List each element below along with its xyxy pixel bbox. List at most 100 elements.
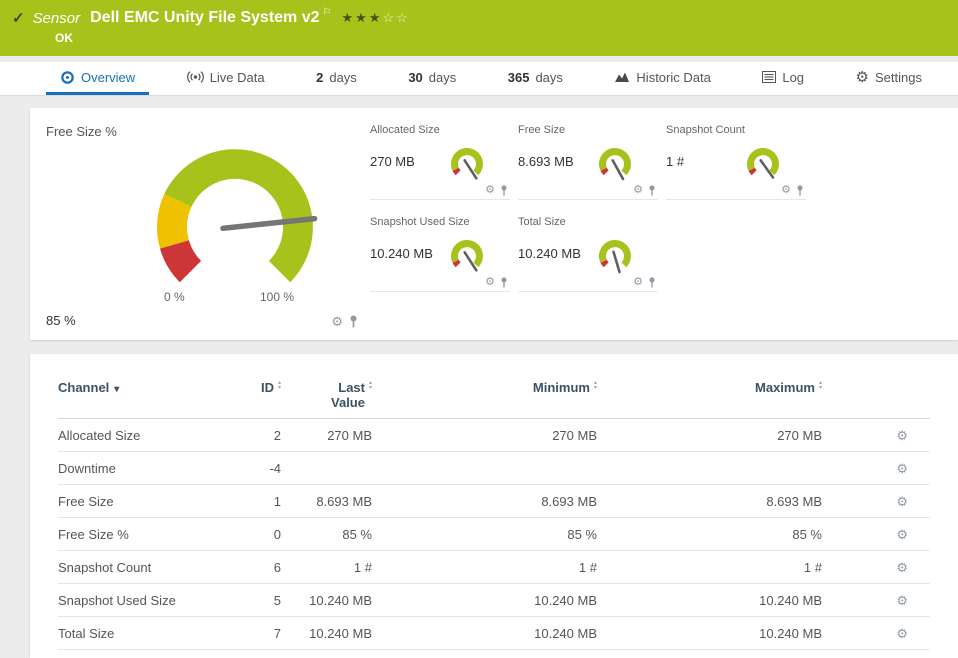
column-header-last-value[interactable]: Last Value [281, 380, 372, 410]
star-icon[interactable] [382, 10, 396, 25]
cell-id: 0 [228, 527, 281, 542]
star-icon[interactable] [369, 10, 383, 25]
pin-icon[interactable] [349, 315, 358, 328]
gear-icon[interactable] [633, 185, 643, 196]
overview-gauges-card: Free Size % 0 % 100 % 85 % Allocated Siz… [30, 108, 958, 340]
tab-number: 365 [508, 70, 530, 85]
pin-icon[interactable] [796, 185, 804, 196]
pin-icon[interactable] [500, 277, 508, 288]
pin-icon[interactable] [648, 277, 656, 288]
tab-2-days[interactable]: 2 days [302, 62, 371, 95]
cell-maximum: 10.240 MB [597, 593, 822, 608]
mini-gauge [592, 138, 638, 184]
tab-label: Overview [81, 70, 135, 85]
cell-id: 1 [228, 494, 281, 509]
tab-log[interactable]: Log [748, 62, 818, 95]
tile-total-size: Total Size 10.240 MB [518, 210, 658, 292]
cell-maximum: 1 # [597, 560, 822, 575]
gear-icon[interactable] [781, 185, 791, 196]
star-icon[interactable] [396, 10, 410, 25]
channel-settings-gear-icon[interactable] [896, 461, 908, 476]
channel-settings-gear-icon[interactable] [896, 593, 908, 608]
table-header-row: Channel ID Last Value Minimum Maximum [58, 378, 930, 419]
gear-icon[interactable] [331, 315, 343, 328]
pin-icon[interactable] [648, 185, 656, 196]
cell-minimum: 1 # [372, 560, 597, 575]
tab-label: days [535, 70, 562, 85]
row-free-size[interactable]: Free Size 1 8.693 MB 8.693 MB 8.693 MB [58, 485, 930, 518]
cell-id: 6 [228, 560, 281, 575]
cell-last-value: 85 % [281, 527, 372, 542]
tab-historic-data[interactable]: Historic Data [600, 62, 724, 95]
gauge-icon [60, 70, 75, 85]
channel-settings-gear-icon[interactable] [896, 428, 908, 443]
gear-icon[interactable] [633, 277, 643, 288]
channel-settings-gear-icon[interactable] [896, 560, 908, 575]
cell-channel: Free Size [58, 494, 228, 509]
column-header-channel[interactable]: Channel [58, 380, 228, 395]
tab-365-days[interactable]: 365 days [494, 62, 577, 95]
row-snapshot-used-size[interactable]: Snapshot Used Size 5 10.240 MB 10.240 MB… [58, 584, 930, 617]
tile-value: 8.693 MB [518, 154, 574, 169]
row-allocated-size[interactable]: Allocated Size 2 270 MB 270 MB 270 MB [58, 419, 930, 452]
cell-maximum: 10.240 MB [597, 626, 822, 641]
cell-channel: Allocated Size [58, 428, 228, 443]
flag-icon[interactable] [323, 7, 332, 18]
tile-value: 10.240 MB [370, 246, 433, 261]
tab-settings[interactable]: Settings [842, 62, 936, 95]
tile-value: 1 # [666, 154, 684, 169]
column-header-id[interactable]: ID [228, 380, 281, 395]
mini-gauge [592, 230, 638, 276]
status-badge: OK [55, 31, 73, 45]
tile-allocated-size: Allocated Size 270 MB [370, 118, 510, 200]
object-kind-label: Sensor [33, 10, 81, 27]
cell-channel: Snapshot Used Size [58, 593, 228, 608]
cell-channel: Free Size % [58, 527, 228, 542]
gear-icon [856, 70, 869, 85]
tile-channel-label: Snapshot Count [666, 124, 806, 136]
mini-gauge [444, 230, 490, 276]
star-icon[interactable] [341, 10, 355, 25]
main-gauge-value: 85 % [46, 313, 76, 328]
cell-last-value: 270 MB [281, 428, 372, 443]
channel-settings-gear-icon[interactable] [896, 527, 908, 542]
gear-icon[interactable] [485, 185, 495, 196]
tab-bar: Overview Live Data 2 days 30 days 365 da… [0, 62, 958, 96]
cell-minimum: 85 % [372, 527, 597, 542]
cell-minimum: 10.240 MB [372, 593, 597, 608]
row-downtime[interactable]: Downtime -4 [58, 452, 930, 485]
tile-value: 10.240 MB [518, 246, 581, 261]
broadcast-icon [187, 70, 204, 84]
tab-live-data[interactable]: Live Data [173, 62, 279, 95]
tile-snapshot-used-size: Snapshot Used Size 10.240 MB [370, 210, 510, 292]
tab-overview[interactable]: Overview [46, 62, 149, 95]
priority-stars[interactable] [341, 10, 409, 26]
channel-settings-gear-icon[interactable] [896, 626, 908, 641]
tab-label: days [329, 70, 356, 85]
row-snapshot-count[interactable]: Snapshot Count 6 1 # 1 # 1 # [58, 551, 930, 584]
cell-id: 2 [228, 428, 281, 443]
cell-maximum: 8.693 MB [597, 494, 822, 509]
column-header-maximum[interactable]: Maximum [597, 380, 822, 395]
gauge-scale-max: 100 % [260, 290, 294, 304]
gauge-scale-min: 0 % [164, 290, 185, 304]
mini-gauge [740, 138, 786, 184]
cell-channel: Total Size [58, 626, 228, 641]
row-total-size[interactable]: Total Size 7 10.240 MB 10.240 MB 10.240 … [58, 617, 930, 650]
row-free-size-percent[interactable]: Free Size % 0 85 % 85 % 85 % [58, 518, 930, 551]
tab-label: Historic Data [636, 70, 710, 85]
cell-last-value: 10.240 MB [281, 593, 372, 608]
tab-label: days [429, 70, 456, 85]
cell-id: -4 [228, 461, 281, 476]
cell-channel: Snapshot Count [58, 560, 228, 575]
prtg-sensor-page: { "header": { "kind": "Sensor", "title":… [0, 0, 958, 658]
cell-maximum: 85 % [597, 527, 822, 542]
pin-icon[interactable] [500, 185, 508, 196]
channel-settings-gear-icon[interactable] [896, 494, 908, 509]
column-header-minimum[interactable]: Minimum [372, 380, 597, 395]
gear-icon[interactable] [485, 277, 495, 288]
main-gauge-panel: Free Size % 0 % 100 % 85 % [46, 118, 358, 334]
cell-maximum: 270 MB [597, 428, 822, 443]
tab-30-days[interactable]: 30 days [394, 62, 470, 95]
star-icon[interactable] [355, 10, 369, 25]
